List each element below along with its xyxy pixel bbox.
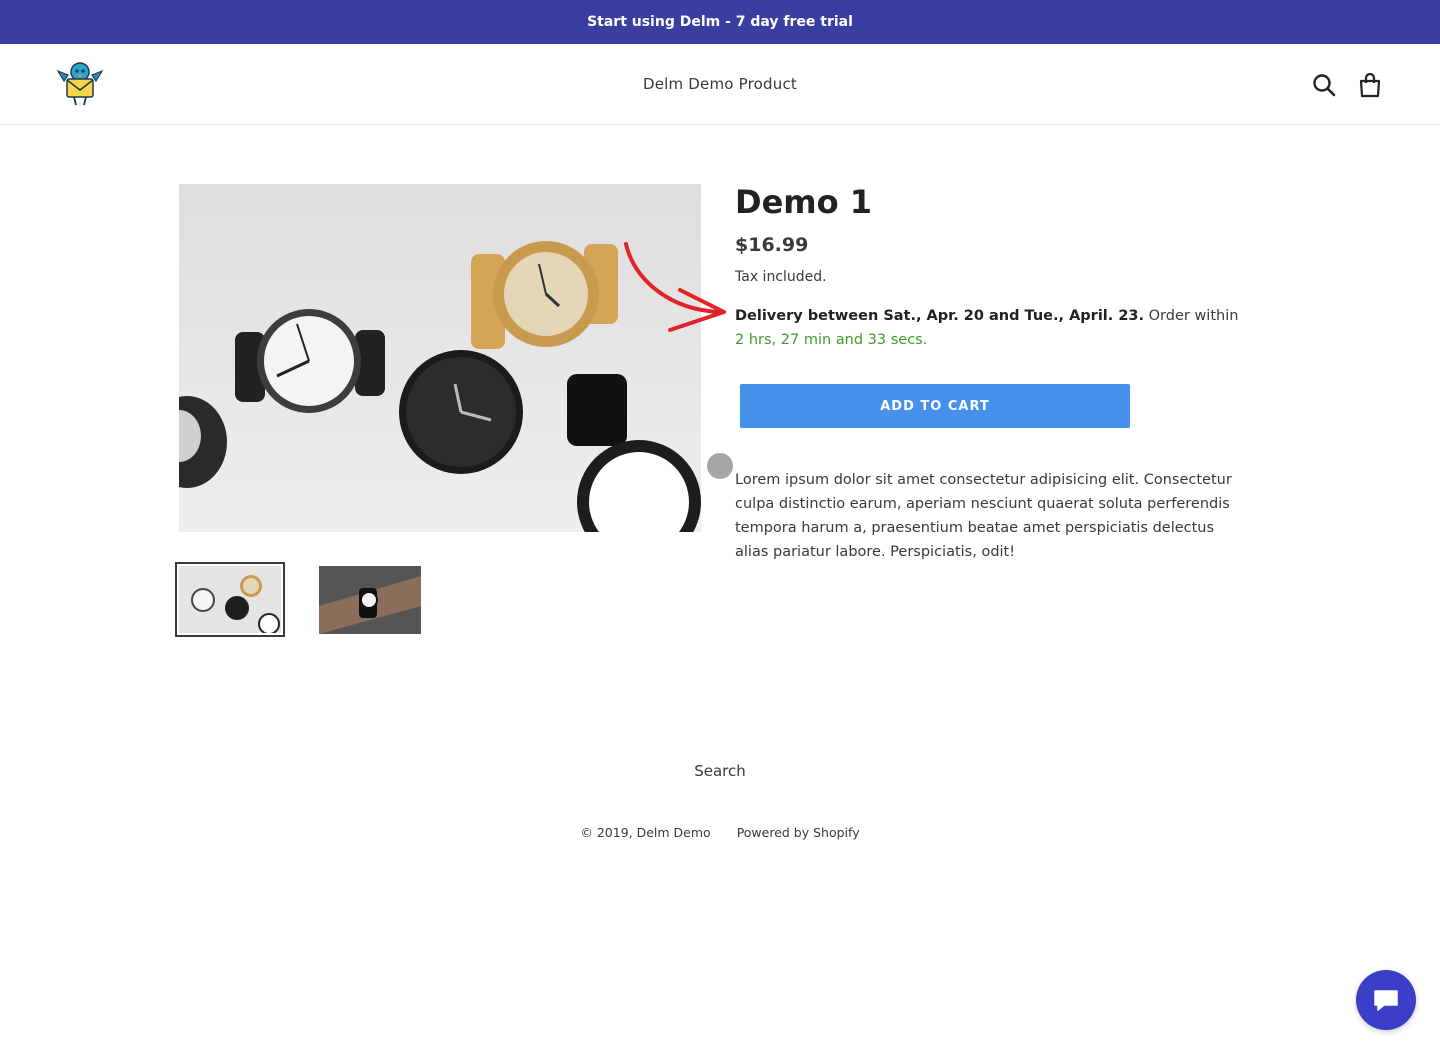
product-price: $16.99	[735, 234, 809, 256]
footer-bottom: © 2019, Delm Demo Powered by Shopify	[0, 824, 1440, 842]
thumbnail-watches[interactable]	[175, 562, 285, 637]
footer-menu: Search	[0, 760, 1440, 782]
product-title: Demo 1	[735, 183, 872, 221]
wrist-thumbnail-image	[319, 566, 421, 634]
powered-by-link[interactable]: Powered by Shopify	[737, 824, 860, 842]
announcement-bar[interactable]: Start using Delm - 7 day free trial	[0, 0, 1440, 44]
add-to-cart-button[interactable]: ADD TO CART	[740, 384, 1130, 428]
bird-logo-icon[interactable]	[54, 59, 106, 109]
delivery-order-within: Order within	[1148, 308, 1239, 324]
product-description: Lorem ipsum dolor sit amet consectetur a…	[735, 472, 1232, 560]
delivery-estimate: Delivery between Sat., Apr. 20 and Tue.,…	[735, 304, 1255, 352]
site-header: Delm Demo Product	[0, 44, 1440, 125]
announcement-text[interactable]: Start using Delm - 7 day free trial	[587, 14, 853, 30]
copyright-link[interactable]: © 2019, Delm Demo	[580, 824, 710, 842]
delivery-countdown: 2 hrs, 27 min and 33 secs.	[735, 332, 928, 348]
watches-thumbnail-image	[179, 566, 281, 633]
annotation-arrow-icon	[624, 242, 726, 332]
shopping-bag-icon[interactable]	[1357, 72, 1383, 98]
delivery-dates: Delivery between Sat., Apr. 20 and Tue.,…	[735, 308, 1145, 324]
footer-search-link[interactable]: Search	[694, 762, 746, 780]
chat-button[interactable]	[1356, 970, 1416, 1030]
chat-bubble-icon	[1374, 990, 1398, 1011]
store-name-wrap: Delm Demo Product	[0, 44, 1440, 124]
product-main-image[interactable]	[179, 184, 701, 532]
thumbnail-wrist[interactable]	[319, 566, 421, 634]
search-icon[interactable]	[1311, 72, 1337, 98]
store-name-link[interactable]: Delm Demo Product	[643, 75, 797, 93]
tax-note: Tax included.	[735, 269, 827, 285]
mouse-cursor-indicator	[707, 453, 733, 479]
